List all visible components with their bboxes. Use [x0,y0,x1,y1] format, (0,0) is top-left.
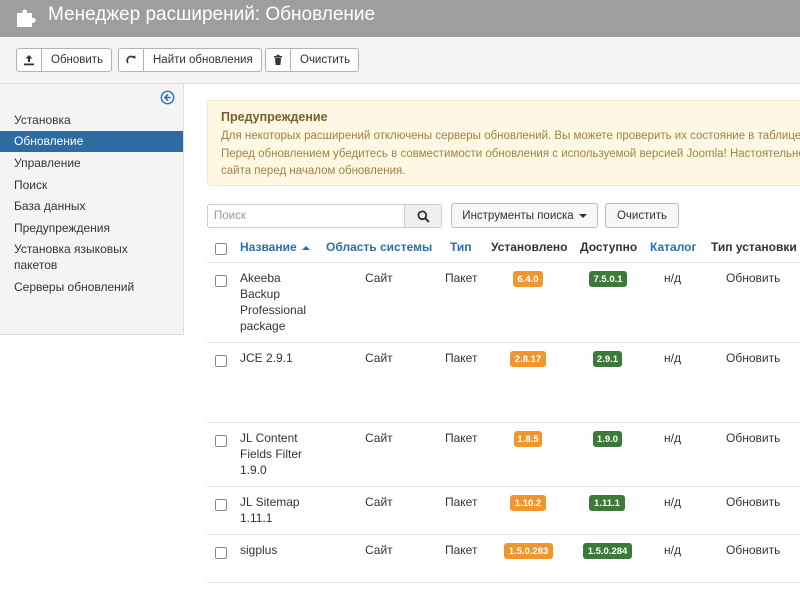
folder-cell: н/д [664,543,681,557]
extension-name: JL Sitemap 1.11.1 [240,495,300,525]
alert-title: Предупреждение [221,110,328,124]
search-button[interactable] [404,204,442,228]
install-type-cell: Обновить [726,495,781,509]
select-all-checkbox[interactable] [215,243,227,255]
type-cell: Пакет [445,495,478,509]
row-divider [207,422,800,423]
clear-filters-label: Очистить [616,209,668,222]
column-header-location[interactable]: Область системы [326,240,432,254]
installed-version-badge: 2.8.17 [510,351,546,367]
warning-alert: Предупреждение Для некоторых расширений … [207,100,800,186]
folder-cell: н/д [664,495,681,509]
row-divider [207,262,800,263]
trash-icon [266,49,291,71]
row-divider [207,342,800,343]
upload-icon [17,49,42,71]
location-cell: Сайт [365,431,393,445]
row-checkbox[interactable] [215,547,227,559]
extension-name: JL Content Fields Filter 1.9.0 [240,431,303,477]
alert-line: Для некоторых расширений отключены серве… [221,130,800,142]
search-icon [417,210,430,223]
page-title: Менеджер расширений: Обновление [48,4,376,25]
sidebar-item-database[interactable]: База данных [0,198,183,214]
alert-line: сайта перед началом обновления. [221,165,406,177]
find-updates-button[interactable]: Найти обновления [118,48,262,72]
folder-cell: н/д [664,351,681,365]
row-divider [207,582,800,583]
row-checkbox[interactable] [215,275,227,287]
available-version-badge: 1.5.0.284 [583,543,632,559]
extension-name: JCE 2.9.1 [240,351,293,365]
installed-version-badge: 1.10.2 [510,495,546,511]
page-header: Менеджер расширений: Обновление [0,0,800,37]
collapse-sidebar-icon[interactable] [160,90,175,105]
type-cell: Пакет [445,431,478,445]
location-cell: Сайт [365,543,393,557]
sidebar-item-languages[interactable]: Установка языковых пакетов [0,241,140,273]
install-type-cell: Обновить [726,271,781,285]
refresh-icon [119,49,144,71]
location-cell: Сайт [365,495,393,509]
find-updates-button-label: Найти обновления [153,54,253,66]
extension-name: sigplus [240,543,278,557]
available-version-badge: 2.9.1 [593,351,622,367]
sidebar-item-warnings[interactable]: Предупреждения [0,220,183,236]
available-version-badge: 1.11.1 [589,495,625,511]
folder-cell: н/д [664,271,681,285]
installed-version-badge: 1.8.5 [514,431,542,447]
column-header-name-label: Название [240,240,297,254]
search-tools-button[interactable]: Инструменты поиска [451,203,598,228]
toolbar: Обновить Найти обновления Очистить [0,37,800,84]
installed-version-badge: 6.4.0 [513,271,543,287]
extension-name: Akeeba Backup Professional package [240,271,307,333]
column-header-name[interactable]: Название [240,240,310,254]
sidebar: Установка Обновление Управление Поиск Ба… [0,84,184,335]
folder-cell: н/д [664,431,681,445]
column-header-available: Доступно [580,240,638,254]
clear-cache-button[interactable]: Очистить [265,48,360,72]
caret-down-icon [578,213,587,218]
row-checkbox[interactable] [215,499,227,511]
search-tools-label: Инструменты поиска [462,209,574,222]
available-version-badge: 1.9.0 [593,431,622,447]
sidebar-item-discover[interactable]: Поиск [0,177,183,193]
sidebar-item-update-sites[interactable]: Серверы обновлений [0,279,183,295]
search-input[interactable] [207,204,405,228]
type-cell: Пакет [445,543,478,557]
sidebar-item-install[interactable]: Установка [0,112,183,128]
column-header-installed: Установлено [491,240,568,254]
alert-line: Перед обновлением убедитесь в совместимо… [221,148,800,160]
clear-filters-button[interactable]: Очистить [605,203,679,228]
sidebar-item-manage[interactable]: Управление [0,155,183,171]
install-type-cell: Обновить [726,431,781,445]
row-divider [207,486,800,487]
sidebar-item-update[interactable]: Обновление [0,131,183,152]
row-divider [207,534,800,535]
clear-cache-button-label: Очистить [300,54,351,66]
location-cell: Сайт [365,271,393,285]
update-button-label: Обновить [51,54,104,66]
sort-ascending-icon [302,246,310,250]
install-type-cell: Обновить [726,543,781,557]
install-type-cell: Обновить [726,351,781,365]
column-header-folder[interactable]: Каталог [650,240,697,254]
puzzle-icon [17,9,36,27]
type-cell: Пакет [445,271,478,285]
update-button[interactable]: Обновить [16,48,113,72]
available-version-badge: 7.5.0.1 [589,271,627,287]
row-checkbox[interactable] [215,355,227,367]
column-header-install-type: Тип установки [711,240,797,254]
type-cell: Пакет [445,351,478,365]
column-header-type[interactable]: Тип [450,240,472,254]
location-cell: Сайт [365,351,393,365]
row-checkbox[interactable] [215,435,227,447]
installed-version-badge: 1.5.0.283 [504,543,553,559]
